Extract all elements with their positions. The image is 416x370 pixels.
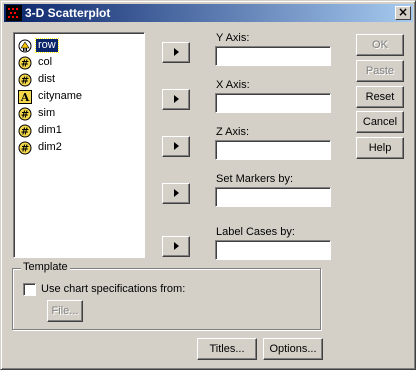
z-axis-field[interactable]	[215, 140, 331, 160]
file-button[interactable]: File...	[47, 300, 83, 322]
numeric-variable-icon: #	[18, 56, 32, 69]
arrow-right-icon	[174, 142, 179, 150]
y-axis-label: Y Axis:	[216, 32, 250, 44]
svg-text:#: #	[21, 126, 29, 137]
title-bar[interactable]: 3-D Scatterplot ×	[4, 4, 413, 22]
move-to-label-cases-button[interactable]	[162, 236, 190, 257]
variable-label: col	[38, 56, 53, 68]
titles-button[interactable]: Titles...	[197, 338, 257, 360]
template-group-title: Template	[21, 261, 70, 273]
numeric-variable-icon: #	[18, 107, 32, 120]
close-icon: ×	[397, 5, 409, 19]
variable-item-cityname[interactable]: A cityname	[18, 88, 142, 105]
move-to-y-axis-button[interactable]	[162, 42, 190, 63]
label-cases-label: Label Cases by:	[216, 226, 295, 238]
variable-item-dim2[interactable]: # dim2	[18, 139, 142, 156]
x-axis-field[interactable]	[215, 93, 331, 113]
paste-button[interactable]: Paste	[356, 60, 404, 82]
svg-text:#: #	[21, 143, 29, 154]
template-group: Template Use chart specifications from: …	[12, 261, 321, 330]
string-variable-icon: A	[18, 89, 32, 104]
arrow-right-icon	[174, 48, 179, 56]
set-markers-field[interactable]	[215, 187, 331, 207]
use-chart-specifications-label[interactable]: Use chart specifications from:	[41, 283, 185, 295]
z-axis-label: Z Axis:	[216, 126, 250, 138]
variable-label: dim1	[38, 124, 62, 136]
variable-list[interactable]: row # col # dist A cityname # sim # dim1…	[13, 32, 145, 258]
variable-item-dist[interactable]: # dist	[18, 71, 142, 88]
svg-text:#: #	[21, 58, 29, 69]
dialog-window: 3-D Scatterplot × row # col # dist A cit…	[0, 0, 416, 370]
close-button[interactable]: ×	[395, 6, 411, 20]
variable-label: row	[35, 38, 59, 53]
spss-app-icon	[6, 5, 22, 21]
window-title: 3-D Scatterplot	[25, 6, 111, 20]
ok-button[interactable]: OK	[356, 34, 404, 56]
variable-label: dist	[38, 73, 56, 85]
x-axis-label: X Axis:	[216, 79, 250, 91]
reset-button[interactable]: Reset	[356, 86, 404, 108]
arrow-right-icon	[174, 242, 179, 250]
variable-item-dim1[interactable]: # dim1	[18, 122, 142, 139]
use-chart-specifications-checkbox[interactable]	[23, 283, 36, 296]
variable-label: cityname	[38, 90, 83, 102]
variable-item-col[interactable]: # col	[18, 54, 142, 71]
svg-text:#: #	[21, 109, 29, 120]
numeric-variable-icon: #	[18, 73, 32, 86]
move-to-markers-button[interactable]	[162, 183, 190, 204]
help-button[interactable]: Help	[356, 137, 404, 159]
cancel-button[interactable]: Cancel	[356, 111, 404, 133]
ordinal-variable-icon	[18, 39, 32, 52]
variable-label: sim	[38, 107, 56, 119]
move-to-x-axis-button[interactable]	[162, 89, 190, 110]
move-to-z-axis-button[interactable]	[162, 136, 190, 157]
y-axis-field[interactable]	[215, 46, 331, 66]
variable-label: dim2	[38, 141, 62, 153]
variable-item-row[interactable]: row	[18, 37, 142, 54]
set-markers-label: Set Markers by:	[216, 173, 294, 185]
label-cases-field[interactable]	[215, 240, 331, 260]
options-button[interactable]: Options...	[263, 338, 323, 360]
svg-text:A: A	[20, 91, 30, 104]
numeric-variable-icon: #	[18, 141, 32, 154]
arrow-right-icon	[174, 189, 179, 197]
variable-item-sim[interactable]: # sim	[18, 105, 142, 122]
numeric-variable-icon: #	[18, 124, 32, 137]
svg-text:#: #	[21, 75, 29, 86]
arrow-right-icon	[174, 95, 179, 103]
